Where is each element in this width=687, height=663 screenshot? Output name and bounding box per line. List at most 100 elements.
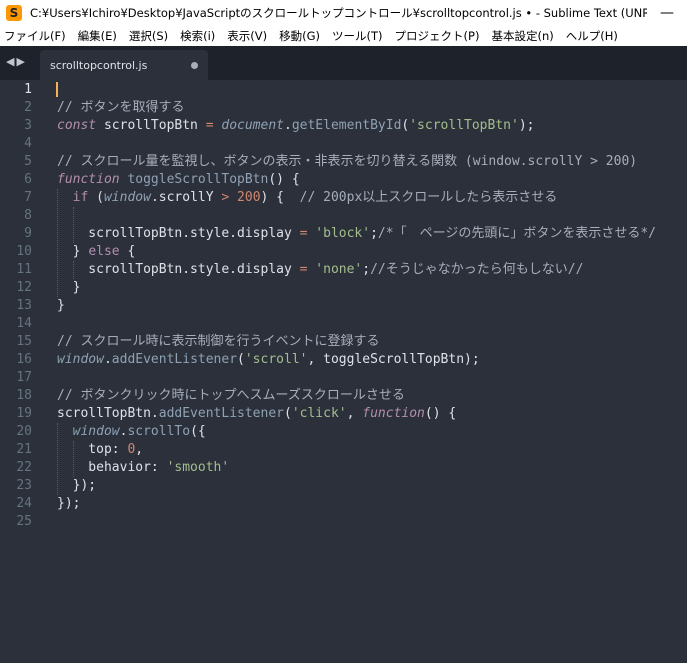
code-token: ); <box>518 118 535 133</box>
line-number: 22 <box>16 460 32 475</box>
code-token: scrollTopBtn.style.display <box>57 262 300 277</box>
line-number: 14 <box>16 316 32 331</box>
code-token: ( <box>237 352 245 367</box>
code-line[interactable]: } <box>57 297 65 315</box>
line-number: 15 <box>16 334 32 349</box>
menu-item-0[interactable]: ファイル(F) <box>0 28 70 44</box>
line-number: 16 <box>16 352 32 367</box>
code-token: , <box>135 442 144 457</box>
line-number: 20 <box>16 424 32 439</box>
code-token: ) { <box>260 190 300 205</box>
indent-guide <box>72 441 74 477</box>
code-line[interactable]: top: 0, <box>57 441 143 459</box>
menu-item-6[interactable]: ツール(T) <box>328 28 387 44</box>
code-token: 'scrollTopBtn' <box>409 118 519 133</box>
indent-guide <box>72 207 74 243</box>
code-line[interactable]: scrollTopBtn.addEventListener('click', f… <box>57 405 456 423</box>
line-number: 1 <box>24 82 32 97</box>
line-number: 25 <box>16 514 32 529</box>
code-line[interactable]: scrollTopBtn.style.display = 'block';/*「… <box>57 225 656 243</box>
code-token: getElementById <box>291 118 402 133</box>
code-token: const <box>57 118 97 133</box>
code-token: ( <box>88 190 104 205</box>
code-line[interactable]: scrollTopBtn.style.display = 'none';//そう… <box>57 261 583 279</box>
code-token: // 200px以上スクロールしたら表示させる <box>299 190 558 205</box>
code-line[interactable]: // ボタンクリック時にトップへスムーズスクロールさせる <box>57 387 405 405</box>
code-token: top: <box>57 442 128 457</box>
minimize-button[interactable]: — <box>647 5 687 21</box>
code-line[interactable]: // ボタンを取得する <box>57 99 184 117</box>
code-token: 'none' <box>315 262 363 277</box>
code-line[interactable]: // スクロール量を監視し、ボタンの表示・非表示を切り替える関数 (window… <box>57 153 637 171</box>
menu-item-9[interactable]: ヘルプ(H) <box>562 28 622 44</box>
menu-item-7[interactable]: プロジェクト(P) <box>391 28 484 44</box>
menu-item-4[interactable]: 表示(V) <box>223 28 271 44</box>
code-token: 'smooth' <box>166 460 230 475</box>
code-line[interactable]: } else { <box>57 243 136 261</box>
code-token: // ボタンを取得する <box>57 100 185 115</box>
code-token: .scrollY <box>150 190 222 205</box>
line-number: 18 <box>16 388 32 403</box>
menu-item-3[interactable]: 検索(i) <box>176 28 219 44</box>
text-cursor <box>56 82 58 97</box>
line-number: 11 <box>16 262 32 277</box>
code-line[interactable]: const scrollTopBtn = document.getElement… <box>57 117 534 135</box>
sublime-logo-icon: S <box>6 5 22 21</box>
code-line[interactable]: } <box>57 279 81 297</box>
code-token: () { <box>268 172 300 187</box>
code-token: ({ <box>190 424 206 439</box>
code-editor[interactable]: 1 2 3 4 5 6 7 8 9 10 11 12 13 14 15 16 17 18 19 20 21 22 23 24 2… <box>0 80 687 663</box>
code-line[interactable]: if (window.scrollY > 200) { // 200px以上スク… <box>57 189 558 207</box>
code-token: if <box>72 190 89 205</box>
code-token: scrollTo <box>127 424 191 439</box>
line-number: 12 <box>16 280 32 295</box>
code-token: } <box>57 298 65 313</box>
line-number: 21 <box>16 442 32 457</box>
line-number: 24 <box>16 496 32 511</box>
code-line[interactable]: // スクロール時に表示制御を行うイベントに登録する <box>57 333 379 351</box>
menu-item-5[interactable]: 移動(G) <box>275 28 324 44</box>
code-token: else <box>88 244 120 259</box>
menu-item-1[interactable]: 編集(E) <box>74 28 121 44</box>
code-token: addEventListener <box>111 352 238 367</box>
line-number: 5 <box>24 154 32 169</box>
code-line[interactable]: }); <box>57 495 80 513</box>
code-line[interactable]: window.addEventListener('scroll', toggle… <box>57 351 480 369</box>
tab-label: scrolltopcontrol.js <box>50 59 148 72</box>
code-token: scrollTopBtn.style.display <box>57 226 300 241</box>
code-token: document <box>221 118 284 133</box>
code-token: toggleScrollTopBtn <box>127 172 269 187</box>
code-token: scrollTopBtn <box>96 118 206 133</box>
code-token: } <box>57 280 81 295</box>
code-line[interactable]: behavior: 'smooth' <box>57 459 229 477</box>
code-token: = <box>205 118 214 133</box>
code-token: }); <box>57 478 97 493</box>
line-number: 10 <box>16 244 32 259</box>
indent-guide <box>57 423 58 495</box>
code-token: 'block' <box>315 226 371 241</box>
line-number: 17 <box>16 370 32 385</box>
code-token: ; <box>370 226 378 241</box>
line-number-gutter: 1 2 3 4 5 6 7 8 9 10 11 12 13 14 15 16 17 18 19 20 21 22 23 24 2… <box>0 80 42 663</box>
unsaved-dot-icon[interactable] <box>191 62 198 69</box>
menu-item-2[interactable]: 選択(S) <box>125 28 172 44</box>
code-token: window <box>103 190 151 205</box>
menu-item-8[interactable]: 基本設定(n) <box>487 28 557 44</box>
code-token: ; <box>362 262 371 277</box>
tab-scrolltopcontrol[interactable]: scrolltopcontrol.js <box>40 50 208 80</box>
code-token: . <box>103 352 112 367</box>
code-token: // スクロール量を監視し、ボタンの表示・非表示を切り替える関数 (window… <box>57 154 638 169</box>
code-token: // ボタンクリック時にトップへスムーズスクロールさせる <box>57 388 405 403</box>
code-token: 200 <box>237 190 261 205</box>
code-line[interactable]: function toggleScrollTopBtn() { <box>57 171 300 189</box>
line-number: 8 <box>24 208 32 223</box>
code-token: 'scroll' <box>244 352 308 367</box>
line-number: 7 <box>24 190 32 205</box>
code-line[interactable]: }); <box>57 477 97 495</box>
code-line[interactable]: window.scrollTo({ <box>57 423 206 441</box>
tab-nav-arrows-icon[interactable]: ◀▶ <box>6 55 27 68</box>
code-token: //そうじゃなかったら何もしない// <box>370 262 584 277</box>
line-number: 19 <box>16 406 32 421</box>
